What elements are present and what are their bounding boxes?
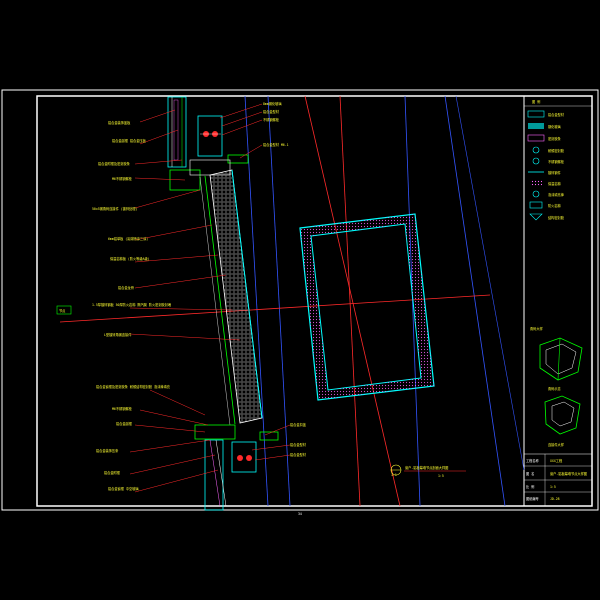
- svg-text:XXX工程: XXX工程: [550, 458, 563, 463]
- svg-text:不锈钢螺栓: 不锈钢螺栓: [263, 117, 280, 122]
- curtain-wall-section: [167, 96, 279, 511]
- svg-text:比 例: 比 例: [526, 484, 534, 489]
- legend: 图 例 铝合金型材 钢化玻璃 密封胶条 耐候密封胶 不锈钢螺栓 镀锌钢件 保温岩…: [524, 99, 592, 221]
- svg-text:铝合金附框: 铝合金附框: [104, 470, 121, 475]
- svg-text:窗户-铝板幕墙节点大样图: 窗户-铝板幕墙节点大样图: [550, 471, 587, 476]
- svg-text:防火岩棉: 防火岩棉: [548, 203, 561, 208]
- svg-text:1.5厚镀锌钢板 50厚防火岩棉 隔汽膜 防火密封胶封堵: 1.5厚镀锌钢板 50厚防火岩棉 隔汽膜 防火密封胶封堵: [92, 302, 172, 307]
- bottom-caption: 34: [298, 512, 302, 516]
- svg-text:铝合金扣盖: 铝合金扣盖: [290, 422, 307, 427]
- title-block: 工程名称 XXX工程 图 名 窗户-铝板幕墙节点大样图 比 例 1:5 图纸编号…: [524, 453, 592, 506]
- svg-text:角码示意: 角码示意: [548, 386, 561, 391]
- svg-text:铝合金装饰压条: 铝合金装饰压条: [96, 448, 119, 453]
- svg-text:铝合金型材: 铝合金型材: [548, 112, 565, 117]
- svg-text:连接件大样: 连接件大样: [548, 442, 565, 447]
- svg-text:1-1: 1-1: [391, 473, 397, 477]
- svg-text:铝合金窗框 中空玻璃: 铝合金窗框 中空玻璃: [108, 486, 139, 491]
- svg-text:铝合金型材: 铝合金型材: [290, 452, 307, 457]
- svg-text:6mm铝单板 (氟碳喷涂三涂): 6mm铝单板 (氟碳喷涂三涂): [108, 236, 148, 241]
- svg-text:铝合金型材 M6-1: 铝合金型材 M6-1: [263, 142, 289, 147]
- svg-text:铝合金附框及密封胶条: 铝合金附框及密封胶条: [98, 161, 131, 166]
- svg-text:保温岩棉板 (防火等级A级): 保温岩棉板 (防火等级A级): [110, 256, 150, 261]
- svg-text:耐候密封胶: 耐候密封胶: [548, 148, 565, 153]
- svg-text:钢化玻璃: 钢化玻璃: [548, 124, 562, 129]
- svg-text:窗户-铝板幕墙节点剖面大样图: 窗户-铝板幕墙节点剖面大样图: [405, 465, 448, 470]
- svg-text:镀锌钢件: 镀锌钢件: [548, 170, 562, 175]
- svg-text:L型镀锌角钢连接件: L型镀锌角钢连接件: [104, 332, 132, 337]
- sheet-border-outer: [1, 89, 599, 511]
- left-tag: 节点: [59, 308, 66, 313]
- svg-text:铝合金型材: 铝合金型材: [263, 109, 280, 114]
- svg-text:角码大样: 角码大样: [530, 326, 544, 331]
- svg-text:不锈钢螺栓: 不锈钢螺栓: [548, 159, 565, 164]
- svg-text:铝合金窗框及密封胶条 耐候结构密封胶 泡沫棒填充: 铝合金窗框及密封胶条 耐候结构密封胶 泡沫棒填充: [96, 384, 171, 389]
- svg-text:50x5钢角码连接件 (镀锌处理): 50x5钢角码连接件 (镀锌处理): [92, 206, 137, 211]
- svg-text:密封胶条: 密封胶条: [548, 136, 562, 141]
- window-opening-section: [299, 213, 435, 401]
- svg-text:泡沫填充棒: 泡沫填充棒: [548, 192, 565, 197]
- svg-text:8mm钢化玻璃: 8mm钢化玻璃: [263, 101, 282, 106]
- svg-text:M6不锈钢螺栓: M6不锈钢螺栓: [112, 176, 133, 181]
- svg-text:1:5: 1:5: [550, 485, 556, 489]
- svg-text:图 例: 图 例: [532, 99, 540, 104]
- annotations-left: 铝合金装饰盖板 铝合金副框 铝合金压板 铝合金附框及密封胶条 M6不锈钢螺栓 5…: [92, 120, 172, 491]
- section-caption: 1-1 窗户-铝板幕墙节点剖面大样图 1:5: [390, 464, 466, 478]
- svg-text:铝合金型材: 铝合金型材: [290, 442, 307, 447]
- svg-text:JD-28: JD-28: [550, 497, 560, 501]
- svg-text:铝合金装饰盖板: 铝合金装饰盖板: [108, 120, 131, 125]
- svg-text:铝合金副框 铝合金压板: 铝合金副框 铝合金压板: [112, 138, 147, 143]
- svg-text:结构密封胶: 结构密封胶: [548, 215, 565, 220]
- svg-text:铝合金副框: 铝合金副框: [116, 421, 133, 426]
- svg-text:图纸编号: 图纸编号: [526, 496, 539, 501]
- svg-text:工程名称: 工程名称: [526, 458, 540, 463]
- svg-text:保温岩棉: 保温岩棉: [548, 181, 561, 186]
- svg-text:M6不锈钢螺栓: M6不锈钢螺栓: [112, 406, 133, 411]
- cad-drawing: 铝合金装饰盖板 铝合金副框 铝合金压板 铝合金附框及密封胶条 M6不锈钢螺栓 5…: [1, 89, 599, 516]
- isometric-detail: 角码大样 角码示意 连接件大样: [530, 326, 583, 447]
- svg-text:铝合金龙骨: 铝合金龙骨: [118, 285, 134, 290]
- svg-text:图 名: 图 名: [526, 471, 534, 476]
- svg-text:1:5: 1:5: [438, 474, 444, 478]
